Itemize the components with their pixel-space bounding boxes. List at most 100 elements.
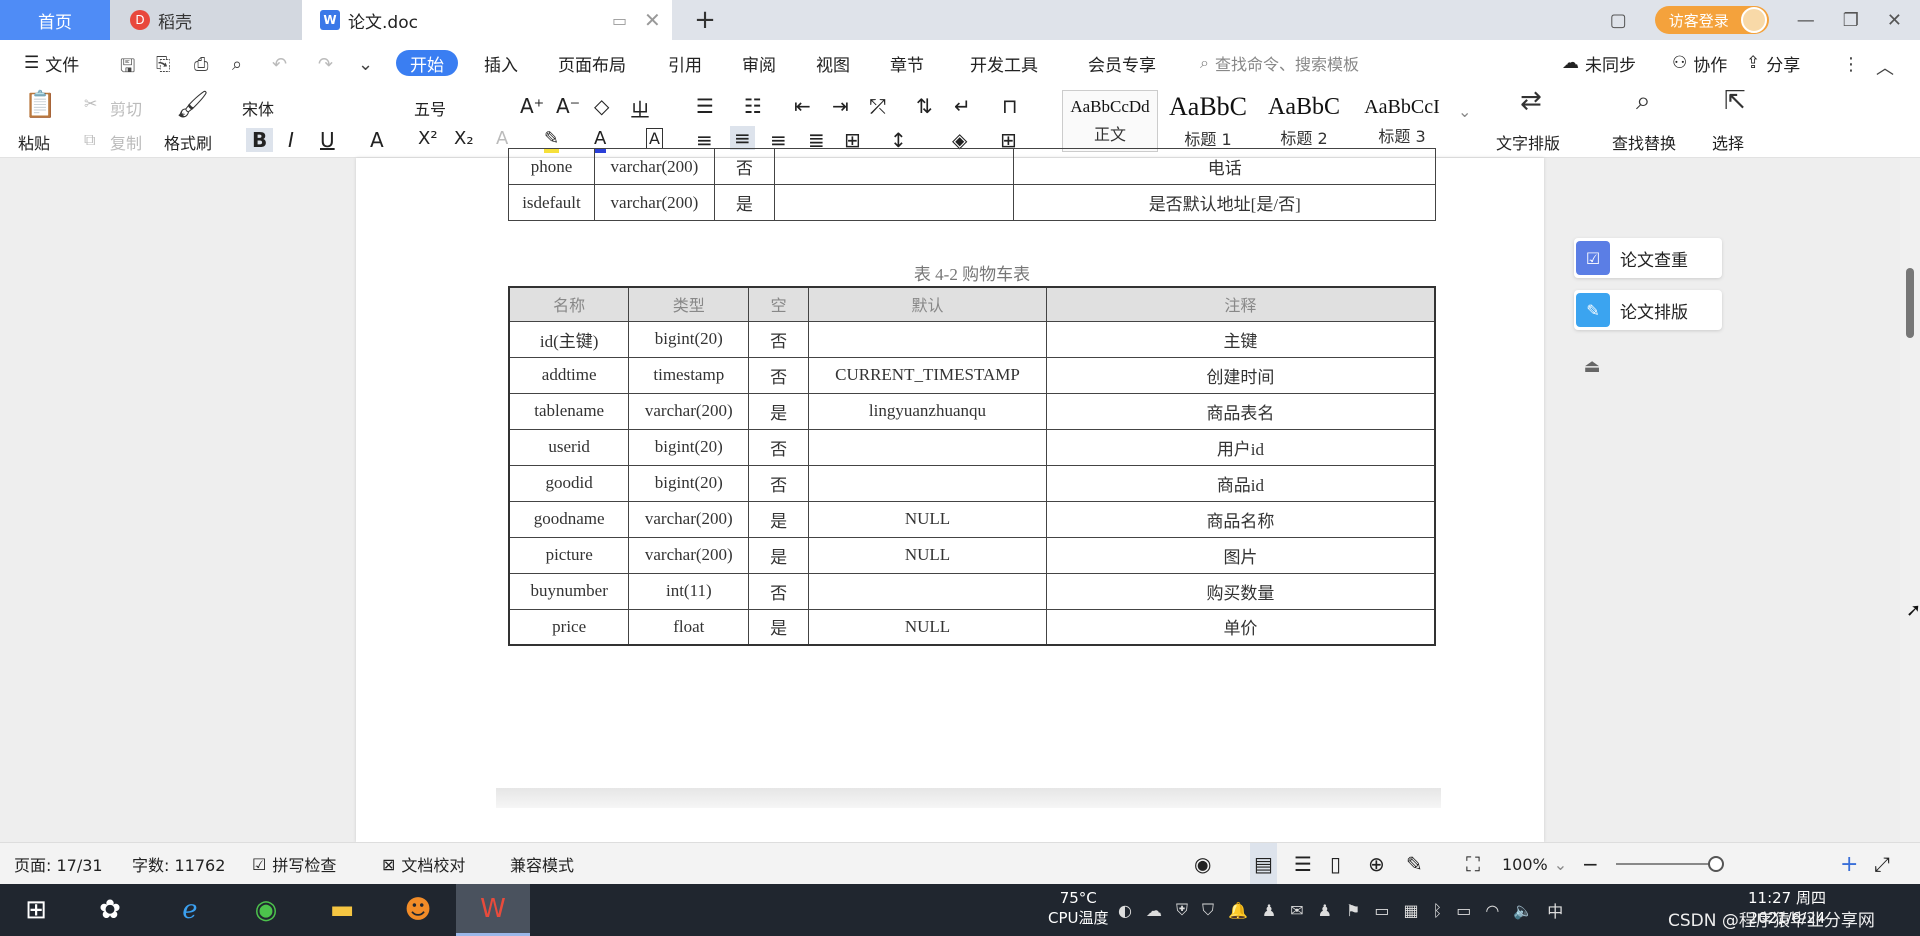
table-cell[interactable]: 是 [748,536,810,574]
menu-member[interactable]: 会员专享 [1088,40,1156,86]
zoom-slider-thumb[interactable] [1708,856,1724,872]
italic-button[interactable]: I [288,128,294,152]
table-cell[interactable] [773,148,1015,185]
wifi-icon[interactable]: ◠ [1485,901,1499,920]
fit-page-icon[interactable]: ⛶ [1466,843,1480,885]
customize-toolbar-icon[interactable]: ⌄ [358,54,373,75]
tray-display-icon[interactable]: ▭ [1374,901,1389,920]
outline-view-icon[interactable]: ☰ [1294,843,1312,885]
bullet-list-icon[interactable]: ☰ [696,94,714,118]
file-explorer-icon[interactable]: ▬ [312,884,372,936]
undo-icon[interactable]: ↶ [272,54,287,75]
increase-indent-icon[interactable]: ⇥ [832,94,849,118]
tray-flag-icon[interactable]: ⚑ [1346,901,1360,920]
close-window-icon[interactable]: ✕ [1887,10,1902,31]
table-header-cell[interactable]: 默认 [808,286,1047,322]
table-cell[interactable]: 商品id [1045,464,1436,502]
eye-protect-icon[interactable]: ◉ [1194,843,1211,885]
reading-view-icon[interactable]: ▯ [1330,843,1341,885]
more-icon[interactable]: ⋮ [1842,54,1860,75]
table-header-cell[interactable]: 注释 [1045,286,1436,322]
sync-status[interactable]: ☁ 未同步 [1562,40,1636,86]
table-cell[interactable]: phone [508,148,595,185]
table-cell[interactable] [808,428,1047,466]
table-cell[interactable] [773,184,1015,221]
find-icon[interactable]: ⌕ [1636,86,1651,117]
thesis-check-button[interactable]: ☑ 论文查重 [1574,238,1722,278]
table-cell[interactable]: lingyuanzhuanqu [808,392,1047,430]
table-cell[interactable]: 是 [748,608,810,646]
word-count[interactable]: 字数: 11762 [132,843,225,885]
export-pdf-icon[interactable]: ⎘ [156,54,170,75]
copy-icon[interactable]: ⧉ [84,130,95,150]
tab-home[interactable]: 首页 [0,0,110,40]
table-cell[interactable]: 是 [748,392,810,430]
table-cell[interactable]: addtime [508,356,630,394]
login-button[interactable]: 访客登录 [1654,6,1769,34]
table-cell[interactable]: varchar(200) [593,148,715,185]
copy-button[interactable]: 复制 [110,130,142,154]
tray-bell-icon[interactable]: 🔔 [1228,901,1248,920]
spell-check-button[interactable]: ☑ 拼写检查 [252,843,336,885]
table-cell[interactable] [808,464,1047,502]
close-tab-icon[interactable]: ✕ [644,8,661,32]
underline-button[interactable]: U [320,128,335,152]
file-menu[interactable]: ☰ 文件 [24,40,79,86]
numbered-list-icon[interactable]: ☷ [744,94,762,118]
font-name-select[interactable]: 宋体 [242,96,392,120]
pin-tab-icon[interactable]: ▭ [612,11,627,30]
table-cell[interactable]: id(主键) [508,320,630,358]
table-cell[interactable]: 是否默认地址[是/否] [1013,184,1436,221]
phonetic-icon[interactable]: ㄓ [630,94,650,123]
collapse-ribbon-icon[interactable]: ︿ [1876,54,1894,80]
char-border-icon[interactable]: A [646,128,663,149]
table-cell[interactable]: NULL [808,536,1047,574]
tab-stop-icon[interactable]: ⊓ [1002,94,1018,118]
bluetooth-icon[interactable]: ᛒ [1433,901,1443,920]
table-cell[interactable]: 用户id [1045,428,1436,466]
subscript-button[interactable]: X₂ [454,128,474,149]
volume-icon[interactable]: 🔈 [1513,901,1533,920]
table-header-cell[interactable]: 空 [748,286,810,322]
table-cell[interactable]: 否 [748,428,810,466]
table-cell[interactable]: varchar(200) [593,184,715,221]
table-cell[interactable]: 是 [713,184,775,221]
battery-icon[interactable]: ▭ [1456,901,1471,920]
styles-more-icon[interactable]: ⌄ [1458,102,1471,121]
paste-icon[interactable]: 📋 [24,90,56,120]
print-icon[interactable]: ⎙ [194,54,208,75]
command-search[interactable]: ⌕ 查找命令、搜索模板 [1200,40,1359,86]
decrease-indent-icon[interactable]: ⇤ [794,94,811,118]
menu-insert[interactable]: 插入 [484,40,518,86]
style-heading-2[interactable]: AaBbC 标题 2 [1256,90,1352,152]
tray-security-icon[interactable]: ⛨ [1176,900,1188,920]
bold-button[interactable]: B [246,128,274,152]
table-cell[interactable]: varchar(200) [628,500,750,538]
vertical-scrollbar[interactable] [1900,158,1920,842]
font-size-select[interactable]: 五号 [414,96,494,120]
tab-document[interactable]: W 论文.doc ▭ ✕ [302,0,672,40]
table-cell[interactable]: goodname [508,500,630,538]
tray-cloud-icon[interactable]: ☁ [1146,901,1162,920]
tray-gpu-icon[interactable]: ▦ [1403,901,1418,920]
zoom-in-icon[interactable]: + [1840,843,1858,885]
table-cell[interactable]: picture [508,536,630,574]
fullscreen-icon[interactable]: ⤢ [1874,843,1890,885]
table-cell[interactable]: price [508,608,630,646]
table-cell[interactable]: bigint(20) [628,320,750,358]
menu-section[interactable]: 章节 [890,40,924,86]
new-tab-button[interactable]: + [690,0,720,40]
table-cell[interactable]: timestamp [628,356,750,394]
chinese-layout-icon[interactable]: ⤱ [870,94,886,118]
table-cell[interactable]: 否 [713,148,775,185]
table-cell[interactable]: 商品名称 [1045,500,1436,538]
write-mode-icon[interactable]: ✎ [1406,843,1423,885]
share-button[interactable]: ⇪ 分享 [1746,40,1800,86]
tray-chat-icon[interactable]: ✉ [1290,901,1303,920]
page-view-icon[interactable]: ▤ [1250,843,1277,885]
table-cell[interactable] [808,572,1047,610]
collab-button[interactable]: ⚇ 协作 [1672,40,1727,86]
table-cell[interactable]: bigint(20) [628,428,750,466]
windows-start-icon[interactable]: ⊞ [6,884,66,936]
table-cell[interactable]: 主键 [1045,320,1436,358]
